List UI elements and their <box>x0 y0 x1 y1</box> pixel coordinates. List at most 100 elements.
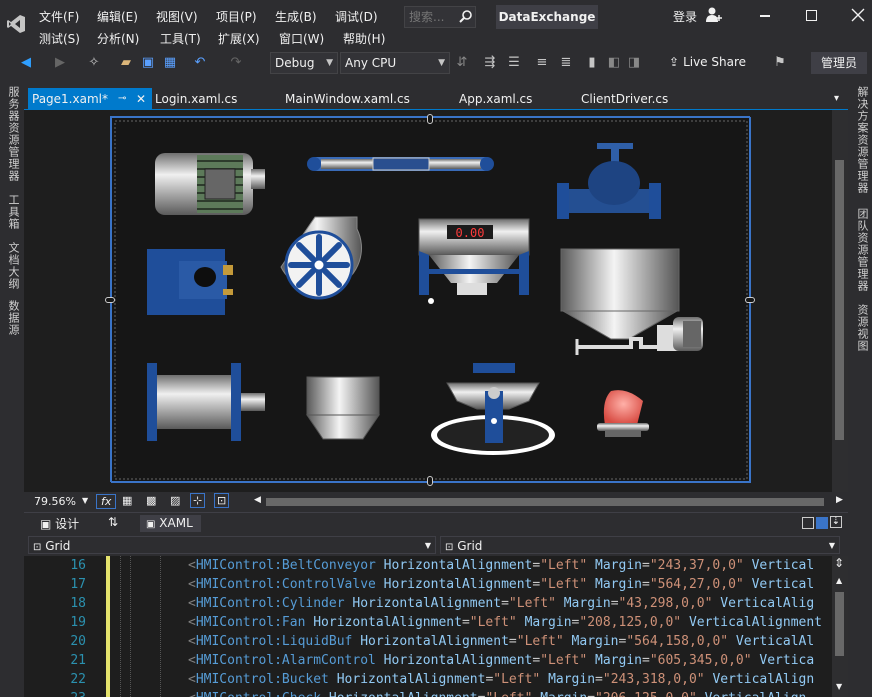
code-line[interactable]: 17<HMIControl:ControlValve HorizontalAli… <box>24 575 832 594</box>
menu-build[interactable]: 生成(B) <box>275 8 317 25</box>
xaml-code-editor[interactable]: 16<HMIControl:BeltConveyor HorizontalAli… <box>24 556 832 697</box>
tab-login-xaml-cs[interactable]: Login.xaml.cs <box>155 88 237 110</box>
alarm-lamp-control[interactable] <box>597 390 649 437</box>
tab-overflow-icon[interactable]: ▾ <box>834 88 839 110</box>
search-input[interactable] <box>409 9 455 25</box>
design-view-tab[interactable]: ▣ 设计 <box>40 515 79 532</box>
save-icon[interactable]: ▣ <box>140 55 156 71</box>
configuration-select[interactable]: Debug▼ <box>270 52 338 74</box>
bookmark-icon[interactable]: ▮ <box>584 55 600 71</box>
split-editor-icon[interactable]: ⇕ <box>834 556 844 570</box>
search-icon[interactable] <box>459 9 473 23</box>
code-scroll-thumb[interactable] <box>835 592 844 656</box>
close-icon[interactable] <box>851 8 865 22</box>
comment-icon[interactable]: ≡ <box>534 55 550 71</box>
format-icon[interactable]: ⇶ <box>482 55 498 71</box>
rail-solution-explorer[interactable]: 解决方案资源管理器 <box>854 86 870 194</box>
resize-handle-top[interactable] <box>427 114 433 124</box>
forward-icon[interactable]: ▶ <box>52 55 68 71</box>
open-folder-icon[interactable]: ▰ <box>118 55 134 71</box>
uncomment-icon[interactable]: ≣ <box>558 55 574 71</box>
menu-edit[interactable]: 编辑(E) <box>97 8 138 25</box>
snap-grid-icon[interactable]: ▩ <box>146 494 156 507</box>
indent-icon[interactable]: ☰ <box>506 55 522 71</box>
scroll-down-icon[interactable]: ▼ <box>836 682 842 691</box>
search-box[interactable] <box>404 6 476 28</box>
rail-toolbox[interactable]: 工具箱 <box>5 194 21 230</box>
rail-server-explorer[interactable]: 服务器资源管理器 <box>5 86 21 182</box>
collapse-pane-icon[interactable]: ⇣ <box>830 516 842 528</box>
save-all-icon[interactable]: ▦ <box>162 55 178 71</box>
bookmark-prev-icon[interactable]: ◧ <box>606 55 622 71</box>
rail-data-sources[interactable]: 数据源 <box>5 300 21 336</box>
motor-control[interactable] <box>155 153 265 215</box>
zoom-chevron-icon[interactable]: ▼ <box>82 496 88 505</box>
menu-help[interactable]: 帮助(H) <box>343 30 385 47</box>
step-icon[interactable]: ⇵ <box>454 55 470 71</box>
left-scope-select[interactable]: ⊡ Grid ▼ <box>28 536 436 554</box>
menu-project[interactable]: 项目(P) <box>216 8 257 25</box>
horizontal-scroll-thumb[interactable] <box>266 498 824 506</box>
menu-debug[interactable]: 调试(D) <box>335 8 378 25</box>
code-vertical-scrollbar[interactable]: ⇕ ▲ ▼ <box>832 556 848 697</box>
right-scope-select[interactable]: ⊡ Grid ▼ <box>440 536 840 554</box>
belt-conveyor-control[interactable] <box>307 157 494 171</box>
scroll-up-icon[interactable]: ▲ <box>836 576 842 585</box>
menu-analyze[interactable]: 分析(N) <box>97 30 139 47</box>
menu-test[interactable]: 测试(S) <box>39 30 80 47</box>
formula-button[interactable]: fx <box>96 494 116 509</box>
undo-icon[interactable]: ↶ <box>192 55 208 71</box>
disable-code-icon[interactable]: ⊡ <box>214 493 229 508</box>
code-line[interactable]: 18<HMIControl:Cylinder HorizontalAlignme… <box>24 594 832 613</box>
swap-panes-button[interactable]: ⇅ <box>108 515 118 529</box>
pin-icon[interactable]: ⊸ <box>118 88 126 110</box>
xaml-designer[interactable]: 0.00 <box>24 110 832 492</box>
tab-clientdriver-cs[interactable]: ClientDriver.cs <box>581 88 668 110</box>
cylinder-control[interactable] <box>147 363 265 441</box>
login-link[interactable]: 登录 <box>673 8 697 25</box>
close-tab-icon[interactable]: ✕ <box>136 88 146 110</box>
platform-select[interactable]: Any CPU▼ <box>340 52 450 74</box>
resize-handle-left[interactable] <box>105 297 115 303</box>
maximize-icon[interactable] <box>806 10 817 21</box>
control-valve-control[interactable] <box>557 143 661 219</box>
artboard-icon[interactable]: ▨ <box>170 494 180 507</box>
weighing-hopper-control[interactable]: 0.00 <box>419 219 529 304</box>
tab-mainwindow-xaml-cs[interactable]: MainWindow.xaml.cs <box>285 88 410 110</box>
pump-control[interactable] <box>147 249 233 315</box>
admin-badge[interactable]: 管理员 <box>811 52 867 74</box>
designer-vertical-scrollbar[interactable] <box>832 110 848 492</box>
feedback-icon[interactable]: ⚑ <box>772 55 788 71</box>
scroll-left-icon[interactable]: ◀ <box>254 495 261 505</box>
menu-view[interactable]: 视图(V) <box>156 8 198 25</box>
rail-document-outline[interactable]: 文档大纲 <box>5 242 21 290</box>
bookmark-next-icon[interactable]: ◨ <box>626 55 642 71</box>
vs-logo-icon[interactable] <box>6 14 26 34</box>
code-line[interactable]: 23<HMIControl:Check HorizontalAlignment=… <box>24 689 832 697</box>
menu-extensions[interactable]: 扩展(X) <box>218 30 260 47</box>
rail-team-explorer[interactable]: 团队资源管理器 <box>854 208 870 292</box>
design-canvas-grid[interactable]: 0.00 <box>110 116 750 482</box>
code-line[interactable]: 21<HMIControl:AlarmControl HorizontalAli… <box>24 651 832 670</box>
menu-tools[interactable]: 工具(T) <box>160 30 201 47</box>
zoom-level[interactable]: 79.56% <box>34 495 76 508</box>
scroll-right-icon[interactable]: ▶ <box>836 495 843 505</box>
liquid-buffer-control[interactable] <box>561 249 703 355</box>
fan-control[interactable] <box>281 217 361 298</box>
scroll-thumb[interactable] <box>835 160 844 440</box>
code-line[interactable]: 19<HMIControl:Fan HorizontalAlignment="L… <box>24 613 832 632</box>
menu-window[interactable]: 窗口(W) <box>279 30 324 47</box>
back-icon[interactable]: ◀ <box>18 55 34 71</box>
bucket-control[interactable] <box>307 377 379 439</box>
minimize-icon[interactable] <box>760 15 770 17</box>
tab-page1-xaml[interactable]: Page1.xaml* ⊸ ✕ <box>28 88 152 110</box>
code-line[interactable]: 16<HMIControl:BeltConveyor HorizontalAli… <box>24 556 832 575</box>
snap-lines-icon[interactable]: ⊹ <box>190 493 205 508</box>
grid-icon[interactable]: ▦ <box>122 494 132 507</box>
tab-app-xaml-cs[interactable]: App.xaml.cs <box>459 88 532 110</box>
new-item-icon[interactable]: ✧ <box>86 55 102 71</box>
code-line[interactable]: 22<HMIControl:Bucket HorizontalAlignment… <box>24 670 832 689</box>
vertical-split-icon[interactable] <box>802 517 814 529</box>
code-line[interactable]: 20<HMIControl:LiquidBuf HorizontalAlignm… <box>24 632 832 651</box>
menu-file[interactable]: 文件(F) <box>39 8 79 25</box>
